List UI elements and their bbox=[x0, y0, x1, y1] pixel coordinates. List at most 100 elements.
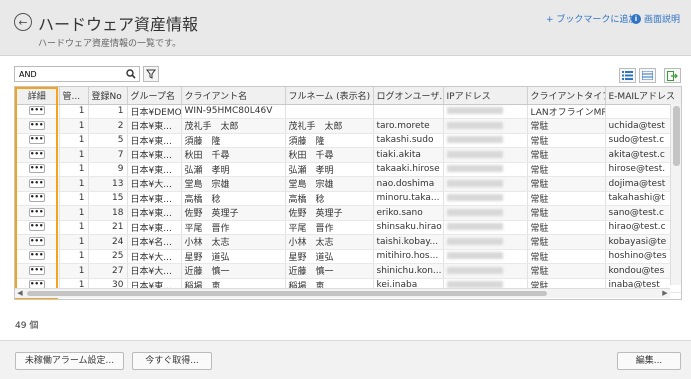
column-header[interactable]: クライアント名 bbox=[181, 87, 286, 105]
table-row[interactable]: ••• 1 1 日本¥DEMO WIN-95HMC80L46V LANオフラインMR bbox=[15, 104, 681, 119]
client-type-cell: 常駐 bbox=[527, 220, 606, 235]
search-input[interactable] bbox=[15, 67, 123, 81]
fetch-now-button[interactable]: 今すぐ取得... bbox=[132, 352, 212, 370]
column-header[interactable]: 管... bbox=[59, 87, 89, 105]
group-cell: 日本¥東... bbox=[127, 220, 182, 235]
table-row[interactable]: ••• 1 25 日本¥大... 星野 道弘 星野 道弘 mitihiro.hos... 常駐… bbox=[15, 249, 681, 264]
detail-button[interactable]: ••• bbox=[28, 251, 45, 261]
group-cell: 日本¥東... bbox=[127, 133, 182, 148]
logon-user-cell: minoru.taka... bbox=[373, 191, 444, 206]
ip-cell bbox=[443, 220, 528, 235]
client-type-cell: 常駐 bbox=[527, 162, 606, 177]
scroll-right-icon[interactable]: ▶ bbox=[660, 289, 670, 298]
table-row[interactable]: ••• 1 7 日本¥東... 秋田 千尋 秋田 千尋 tiaki.akita 常駐 akita… bbox=[15, 147, 681, 163]
detail-button[interactable]: ••• bbox=[28, 135, 45, 145]
scrollbar-thumb[interactable] bbox=[673, 106, 680, 166]
ip-cell bbox=[443, 249, 528, 264]
column-header[interactable]: E-MAILアドレス bbox=[605, 87, 681, 105]
admin-cell: 1 bbox=[59, 263, 89, 279]
horizontal-scrollbar[interactable]: ◀ ▶ bbox=[15, 288, 670, 298]
client-name-cell: 佐野 英理子 bbox=[181, 205, 286, 221]
page-subtitle: ハードウェア資産情報の一覧です。 bbox=[38, 39, 182, 49]
client-name-cell: 近藤 慎一 bbox=[181, 263, 286, 279]
fullname-cell: 平尾 晋作 bbox=[285, 220, 374, 235]
table-row[interactable]: ••• 1 27 日本¥大... 近藤 慎一 近藤 慎一 shinichu.kon... 常駐… bbox=[15, 263, 681, 279]
column-header[interactable]: 登録No bbox=[88, 87, 128, 105]
help-link[interactable]: i 画面説明 bbox=[631, 12, 680, 25]
detail-cell: ••• bbox=[15, 263, 60, 279]
list-icon bbox=[622, 71, 633, 80]
table-row[interactable]: ••• 1 15 日本¥東... 高橋 稔高橋 稔 minoru.taka... 常駐 tak… bbox=[15, 191, 681, 206]
column-header[interactable]: グループ名 bbox=[127, 87, 182, 105]
group-cell: 日本¥名... bbox=[127, 234, 182, 250]
back-arrow-icon[interactable]: ← bbox=[14, 13, 32, 31]
fullname-cell: 星野 道弘 bbox=[285, 249, 374, 264]
detail-cell: ••• bbox=[15, 118, 60, 134]
ip-cell bbox=[443, 263, 528, 279]
group-cell: 日本¥大... bbox=[127, 263, 182, 279]
client-type-cell: 常駐 bbox=[527, 249, 606, 264]
list-view-button[interactable] bbox=[619, 68, 636, 83]
table-row[interactable]: ••• 1 9 日本¥東... 弘瀬 孝明 弘瀬 孝明 takaaki.hirose 常駐 hi… bbox=[15, 162, 681, 177]
ip-cell bbox=[443, 133, 528, 148]
detail-button[interactable]: ••• bbox=[28, 164, 45, 174]
client-name-cell: 平尾 晋作 bbox=[181, 220, 286, 235]
reg-no-cell: 9 bbox=[88, 162, 128, 177]
detail-button[interactable]: ••• bbox=[28, 149, 45, 159]
fullname-cell: 須藤 隆 bbox=[285, 133, 374, 148]
alarm-settings-button[interactable]: 未稼働アラーム設定... bbox=[15, 352, 124, 370]
scrollbar-thumb[interactable] bbox=[27, 291, 547, 296]
table-row[interactable]: ••• 1 21 日本¥東... 平尾 晋作 平尾 晋作 shinsaku.hirao 常駐 h… bbox=[15, 220, 681, 235]
column-header[interactable]: フルネーム (表示名) bbox=[285, 87, 374, 105]
detail-button[interactable]: ••• bbox=[28, 222, 45, 232]
search-icon[interactable] bbox=[126, 69, 136, 79]
help-link-label: 画面説明 bbox=[644, 15, 681, 25]
detail-button[interactable]: ••• bbox=[28, 207, 45, 217]
detail-cell: ••• bbox=[15, 191, 60, 206]
reg-no-cell: 15 bbox=[88, 191, 128, 206]
column-header[interactable]: ログオンユーザ... bbox=[373, 87, 444, 105]
client-type-cell: 常駐 bbox=[527, 147, 606, 163]
admin-cell: 1 bbox=[59, 191, 89, 206]
ip-cell bbox=[443, 162, 528, 177]
table-row[interactable]: ••• 1 2 日本¥東... 茂礼手 太郎 茂礼手 太郎 taro.morete 常駐 uch… bbox=[15, 118, 681, 134]
filter-button[interactable] bbox=[143, 66, 159, 82]
detail-button[interactable]: ••• bbox=[28, 120, 45, 130]
vertical-scrollbar[interactable] bbox=[670, 104, 681, 285]
scroll-left-icon[interactable]: ◀ bbox=[15, 289, 25, 298]
redacted-ip bbox=[446, 237, 503, 245]
detail-cell: ••• bbox=[15, 220, 60, 235]
logon-user-cell: shinsaku.hirao bbox=[373, 220, 444, 235]
edit-button[interactable]: 編集... bbox=[617, 352, 681, 370]
reg-no-cell: 7 bbox=[88, 147, 128, 163]
reg-no-cell: 27 bbox=[88, 263, 128, 279]
admin-cell: 1 bbox=[59, 133, 89, 148]
client-name-cell: WIN-95HMC80L46V bbox=[181, 104, 286, 119]
page-title: ハードウェア資産情報 bbox=[38, 15, 199, 34]
ip-cell bbox=[443, 118, 528, 134]
export-icon bbox=[667, 70, 678, 81]
detail-button[interactable]: ••• bbox=[28, 236, 45, 246]
admin-cell: 1 bbox=[59, 205, 89, 221]
column-header[interactable]: IPアドレス bbox=[443, 87, 528, 105]
column-header[interactable]: 詳細 bbox=[15, 87, 60, 105]
admin-cell: 1 bbox=[59, 220, 89, 235]
detail-button[interactable]: ••• bbox=[28, 193, 45, 203]
reg-no-cell: 18 bbox=[88, 205, 128, 221]
column-header[interactable]: クライアントタイプ bbox=[527, 87, 606, 105]
detail-button[interactable]: ••• bbox=[28, 178, 45, 188]
fullname-cell: 茂礼手 太郎 bbox=[285, 118, 374, 134]
table-row[interactable]: ••• 1 5 日本¥東... 須藤 隆須藤 隆 takashi.sudo 常駐 sudo@t… bbox=[15, 133, 681, 148]
info-icon: i bbox=[631, 13, 641, 24]
table-row[interactable]: ••• 1 24 日本¥名... 小林 太志 小林 太志 taishi.kobay... 常駐… bbox=[15, 234, 681, 250]
export-button[interactable] bbox=[664, 68, 681, 83]
client-name-cell: 高橋 稔 bbox=[181, 191, 286, 206]
table-row[interactable]: ••• 1 18 日本¥東... 佐野 英理子 佐野 英理子 eriko.sano 常駐 san… bbox=[15, 205, 681, 221]
detail-button[interactable]: ••• bbox=[28, 106, 45, 116]
detail-button[interactable]: ••• bbox=[28, 265, 45, 275]
ip-cell bbox=[443, 104, 528, 119]
table-row[interactable]: ••• 1 13 日本¥大... 堂島 宗雄 堂島 宗雄 nao.doshima 常駐 doji… bbox=[15, 176, 681, 192]
fullname-cell: 小林 太志 bbox=[285, 234, 374, 250]
add-bookmark-link[interactable]: + ブックマークに追加 bbox=[546, 12, 637, 25]
table-view-button[interactable] bbox=[639, 68, 656, 83]
